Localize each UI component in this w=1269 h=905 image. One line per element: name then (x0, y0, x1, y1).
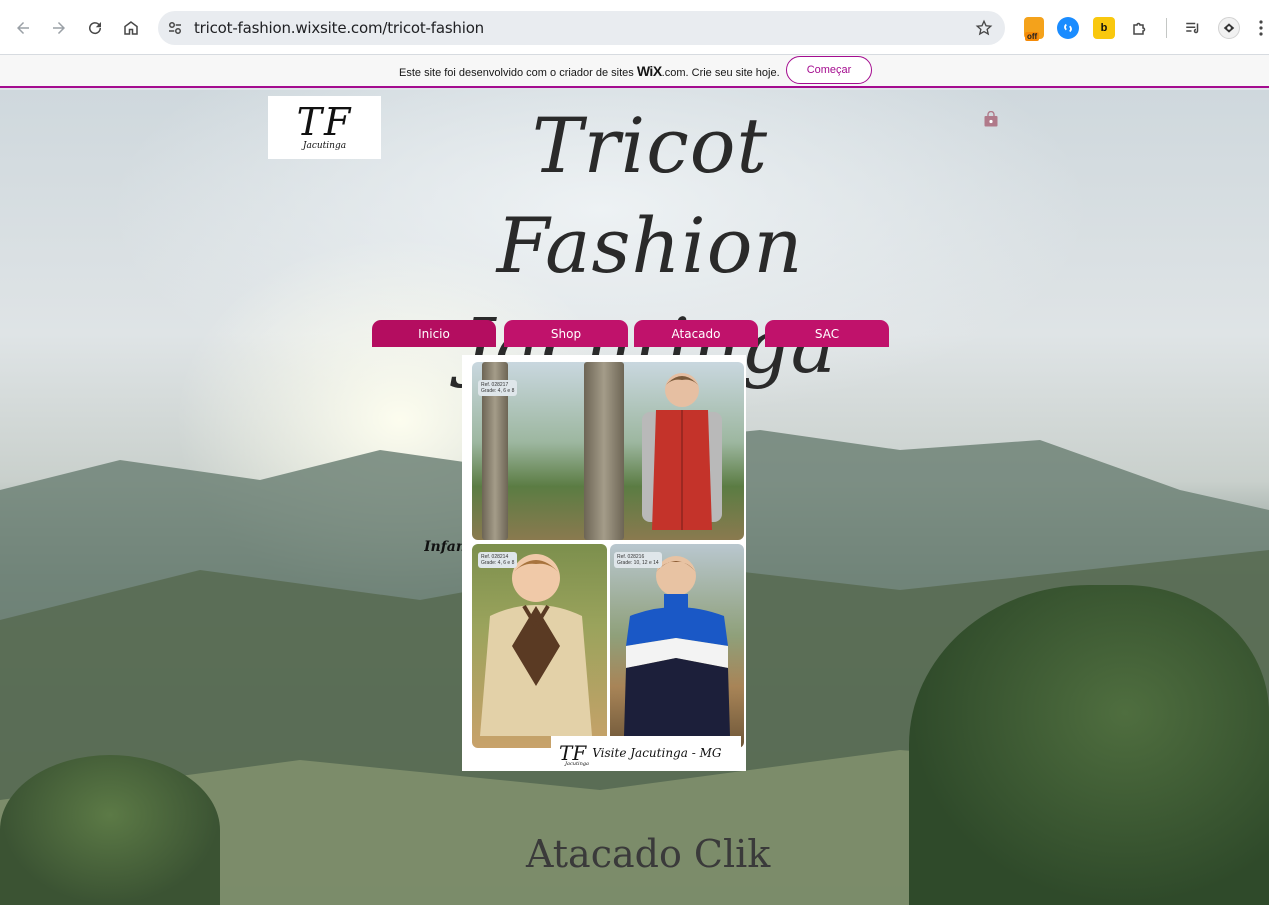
tag-ref-028214: Ref. 028214 Grade: 4, 6 e 8 (478, 552, 518, 568)
b-extension-label: b (1100, 22, 1108, 34)
shazam-icon (1064, 23, 1072, 33)
tag-ref-028217: Ref. 028217 Grade: 4, 6 e 8 (478, 380, 518, 396)
photo-blue-sweater: Ref. 028216 Grade: 10, 12 e 14 (610, 544, 744, 748)
shopping-cart-icon[interactable] (984, 111, 998, 127)
comecar-button[interactable]: Começar (786, 56, 872, 84)
logo-mark: TF (296, 100, 353, 144)
photo-argyle-sweater: Ref. 028214 Grade: 4, 6 e 8 (472, 544, 607, 748)
arrow-right-icon (53, 22, 65, 34)
product-collage-image[interactable]: Ref. 028217 Grade: 4, 6 e 8 Ref. 028214 … (462, 355, 746, 771)
kid-red-vest (642, 373, 722, 530)
media-control-icon[interactable] (1182, 17, 1204, 39)
coupon-extension-icon[interactable]: off (1024, 17, 1044, 41)
menu-item-atacado[interactable]: Atacado (634, 320, 758, 347)
title-line-1: Tricot Fashion (496, 101, 804, 290)
forward-button[interactable] (45, 14, 73, 42)
kid-blue-sweater (624, 556, 730, 736)
arrow-left-icon (17, 22, 29, 34)
reload-icon (89, 22, 102, 35)
collage-caption: TF Visite Jacutinga - MG Jacutinga (551, 736, 741, 769)
back-button[interactable] (9, 14, 37, 42)
wix-promo-banner: Este site foi desenvolvido com o criador… (0, 55, 1269, 88)
shazam-extension-icon[interactable] (1057, 17, 1079, 39)
menu-item-shop[interactable]: Shop (504, 320, 628, 347)
tree-trunk (584, 362, 624, 540)
wix-banner-text-after: .com. Crie seu site hoje. (661, 67, 780, 79)
logo-subtitle: Jacutinga (302, 141, 347, 151)
b-extension-icon[interactable]: b (1093, 17, 1115, 39)
bookmark-star-icon[interactable] (975, 19, 993, 37)
tag2-grade: Grade: 4, 6 e 8 (481, 560, 515, 566)
caption-sub: Jacutinga (565, 761, 590, 767)
menu-item-inicio[interactable]: Inicio (372, 320, 496, 347)
tree-right (909, 585, 1269, 905)
wix-banner-text: Este site foi desenvolvido com o criador… (399, 63, 780, 79)
site-logo[interactable]: TF Jacutinga (268, 96, 381, 159)
atacado-clik-link[interactable]: Atacado Clik (526, 832, 770, 876)
reload-button[interactable] (81, 14, 109, 42)
kid-argyle-sweater (480, 554, 592, 736)
tag-ref-028216: Ref. 028216 Grade: 10, 12 e 14 (614, 552, 662, 568)
tag1-grade: Grade: 4, 6 e 8 (481, 388, 515, 394)
caption-logo-mark: TF (559, 740, 587, 765)
more-menu-icon[interactable] (1255, 17, 1267, 39)
off-badge: off (1025, 32, 1040, 41)
home-icon (124, 21, 138, 35)
caption-text: Visite Jacutinga - MG (592, 745, 722, 760)
site-menu: Inicio Shop Atacado SAC (372, 320, 889, 347)
browser-toolbar: tricot-fashion.wixsite.com/tricot-fashio… (0, 0, 1269, 55)
url-text[interactable]: tricot-fashion.wixsite.com/tricot-fashio… (194, 11, 484, 45)
wix-logo: WiX (636, 63, 662, 79)
profile-avatar[interactable] (1218, 17, 1240, 39)
home-button[interactable] (117, 14, 145, 42)
site-settings-icon[interactable] (166, 19, 184, 37)
address-bar[interactable]: tricot-fashion.wixsite.com/tricot-fashio… (158, 11, 1005, 45)
infantil-label[interactable]: Infantil (424, 539, 462, 555)
photo-red-vest: Ref. 028217 Grade: 4, 6 e 8 (472, 362, 744, 540)
tree-left (0, 755, 220, 905)
tag3-grade: Grade: 10, 12 e 14 (617, 560, 659, 566)
menu-item-sac[interactable]: SAC (765, 320, 889, 347)
wix-banner-text-before: Este site foi desenvolvido com o criador… (399, 67, 637, 79)
extensions-puzzle-icon[interactable] (1129, 17, 1151, 39)
toolbar-divider (1166, 18, 1167, 38)
